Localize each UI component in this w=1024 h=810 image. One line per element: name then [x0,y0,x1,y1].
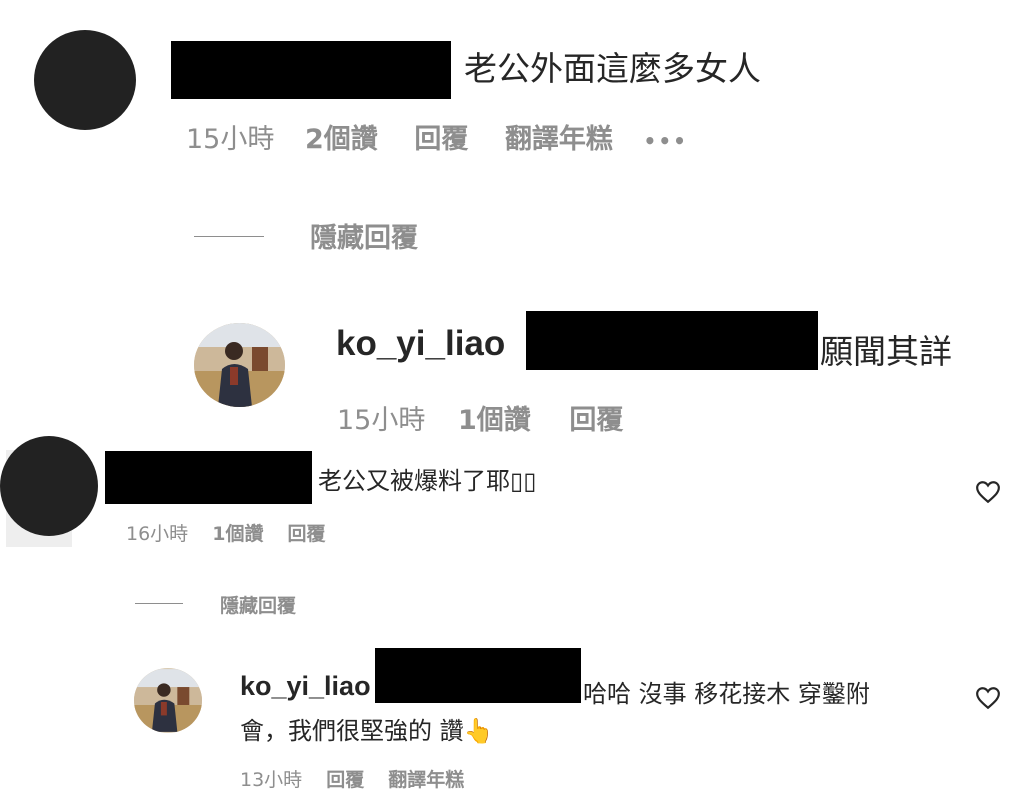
reply-button[interactable]: 回覆 [414,124,468,155]
avatar[interactable] [134,668,202,733]
timestamp: 13小時 [240,769,303,791]
translate-button[interactable]: 翻譯年糕 [388,769,464,791]
comment-meta: 16小時 1個讚 回覆 [126,519,326,546]
redacted-username [171,41,451,99]
redacted-text [375,648,581,703]
timestamp: 15小時 [337,405,426,436]
redacted-username [105,451,312,504]
heart-outline-icon[interactable] [975,686,1001,714]
divider-line [194,236,264,237]
avatar[interactable] [194,323,285,407]
reply-button[interactable]: 回覆 [569,405,623,436]
avatar-photo-icon [134,669,202,732]
reply-meta: 15小時 1個讚 回覆 [337,398,623,437]
heart-outline-icon[interactable] [975,480,1001,508]
avatar[interactable] [0,436,98,536]
reply-text-line2: 會，我們很堅強的 讚👆 [240,717,494,745]
comment-meta: 15小時 2個讚 回覆 翻譯年糕 ••• [186,117,688,156]
avatar-photo-icon [194,323,285,407]
divider-line [135,603,183,604]
comment-text: 老公又被爆料了耶▯▯ [318,467,537,495]
username[interactable]: ko_yi_liao [240,671,371,702]
like-count[interactable]: 1個讚 [212,523,263,545]
like-count[interactable]: 1個讚 [458,405,531,436]
timestamp: 15小時 [186,124,275,155]
comment-text: 老公外面這麼多女人 [464,49,761,88]
timestamp: 16小時 [126,523,189,545]
reply-meta: 13小時 回覆 翻譯年糕 [240,765,464,792]
more-options-button[interactable]: ••• [644,129,688,153]
hide-replies-button[interactable]: 隱藏回覆 [310,216,418,255]
username[interactable]: ko_yi_liao [336,324,505,364]
reply-text: 願聞其詳 [820,332,952,371]
like-count[interactable]: 2個讚 [305,124,378,155]
reply-text-line1: 哈哈 沒事 移花接木 穿鑿附 [583,680,870,708]
reply-button[interactable]: 回覆 [288,523,326,545]
hide-replies-button[interactable]: 隱藏回覆 [220,591,296,618]
translate-button[interactable]: 翻譯年糕 [505,124,613,155]
reply-button[interactable]: 回覆 [326,769,364,791]
avatar[interactable] [34,30,136,130]
redacted-text [526,311,818,370]
